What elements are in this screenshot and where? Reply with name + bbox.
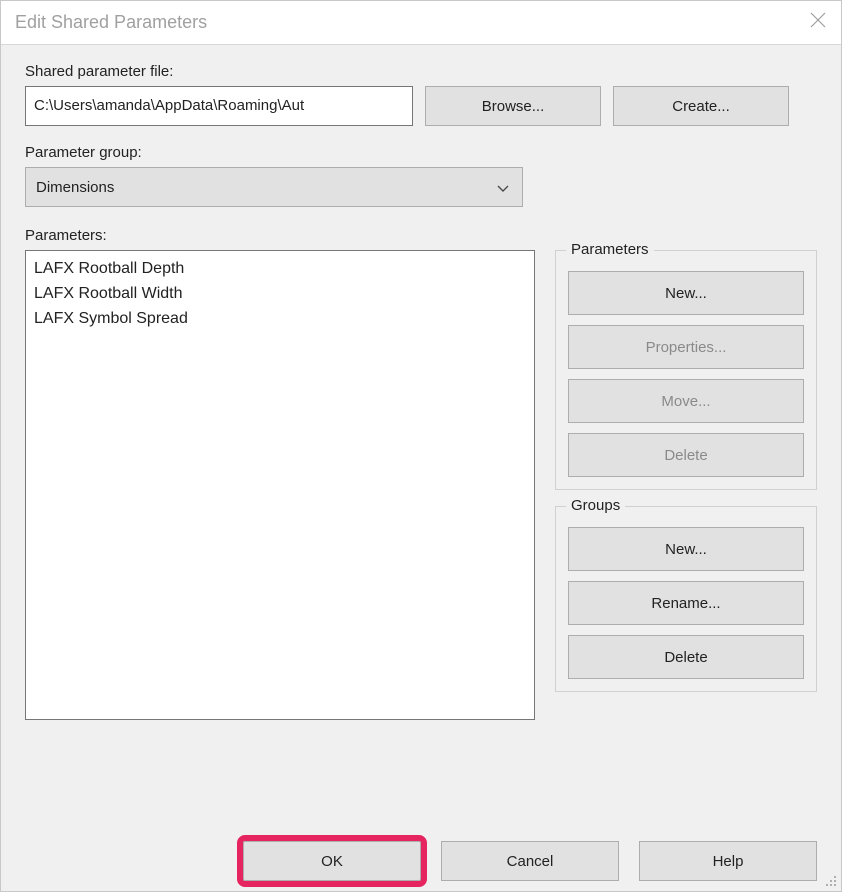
window-title: Edit Shared Parameters <box>15 12 207 33</box>
parameter-group-select[interactable]: Dimensions <box>25 167 523 207</box>
parameter-group-label: Parameter group: <box>25 144 817 161</box>
file-row: C:\Users\amanda\AppData\Roaming\Aut Brow… <box>25 86 817 126</box>
shared-file-input[interactable]: C:\Users\amanda\AppData\Roaming\Aut <box>25 86 413 126</box>
list-item[interactable]: LAFX Symbol Spread <box>34 307 526 332</box>
groups-legend: Groups <box>566 497 625 514</box>
main-row: LAFX Rootball Depth LAFX Rootball Width … <box>25 250 817 827</box>
chevron-down-icon <box>496 184 510 194</box>
dialog-button-row: OK Cancel Help <box>25 841 817 881</box>
help-button[interactable]: Help <box>639 841 817 881</box>
group-delete-button[interactable]: Delete <box>568 635 804 679</box>
cancel-button[interactable]: Cancel <box>441 841 619 881</box>
parameters-legend: Parameters <box>566 241 654 258</box>
param-move-button: Move... <box>568 379 804 423</box>
shared-file-label: Shared parameter file: <box>25 63 817 80</box>
create-button[interactable]: Create... <box>613 86 789 126</box>
list-item[interactable]: LAFX Rootball Depth <box>34 257 526 282</box>
ok-button[interactable]: OK <box>243 841 421 881</box>
resize-grip-icon[interactable] <box>823 873 837 887</box>
parameter-group-value: Dimensions <box>36 179 114 196</box>
param-delete-button: Delete <box>568 433 804 477</box>
parameters-groupbox: Parameters New... Properties... Move... … <box>555 250 817 490</box>
parameters-listbox[interactable]: LAFX Rootball Depth LAFX Rootball Width … <box>25 250 535 720</box>
dialog-content: Shared parameter file: C:\Users\amanda\A… <box>1 45 841 891</box>
group-new-button[interactable]: New... <box>568 527 804 571</box>
side-column: Parameters New... Properties... Move... … <box>555 250 817 827</box>
group-rename-button[interactable]: Rename... <box>568 581 804 625</box>
param-properties-button: Properties... <box>568 325 804 369</box>
browse-button[interactable]: Browse... <box>425 86 601 126</box>
param-new-button[interactable]: New... <box>568 271 804 315</box>
list-item[interactable]: LAFX Rootball Width <box>34 282 526 307</box>
groups-groupbox: Groups New... Rename... Delete <box>555 506 817 692</box>
close-icon[interactable] <box>809 11 827 33</box>
parameters-label: Parameters: <box>25 227 817 244</box>
dialog-window: Edit Shared Parameters Shared parameter … <box>0 0 842 892</box>
title-bar: Edit Shared Parameters <box>1 1 841 45</box>
